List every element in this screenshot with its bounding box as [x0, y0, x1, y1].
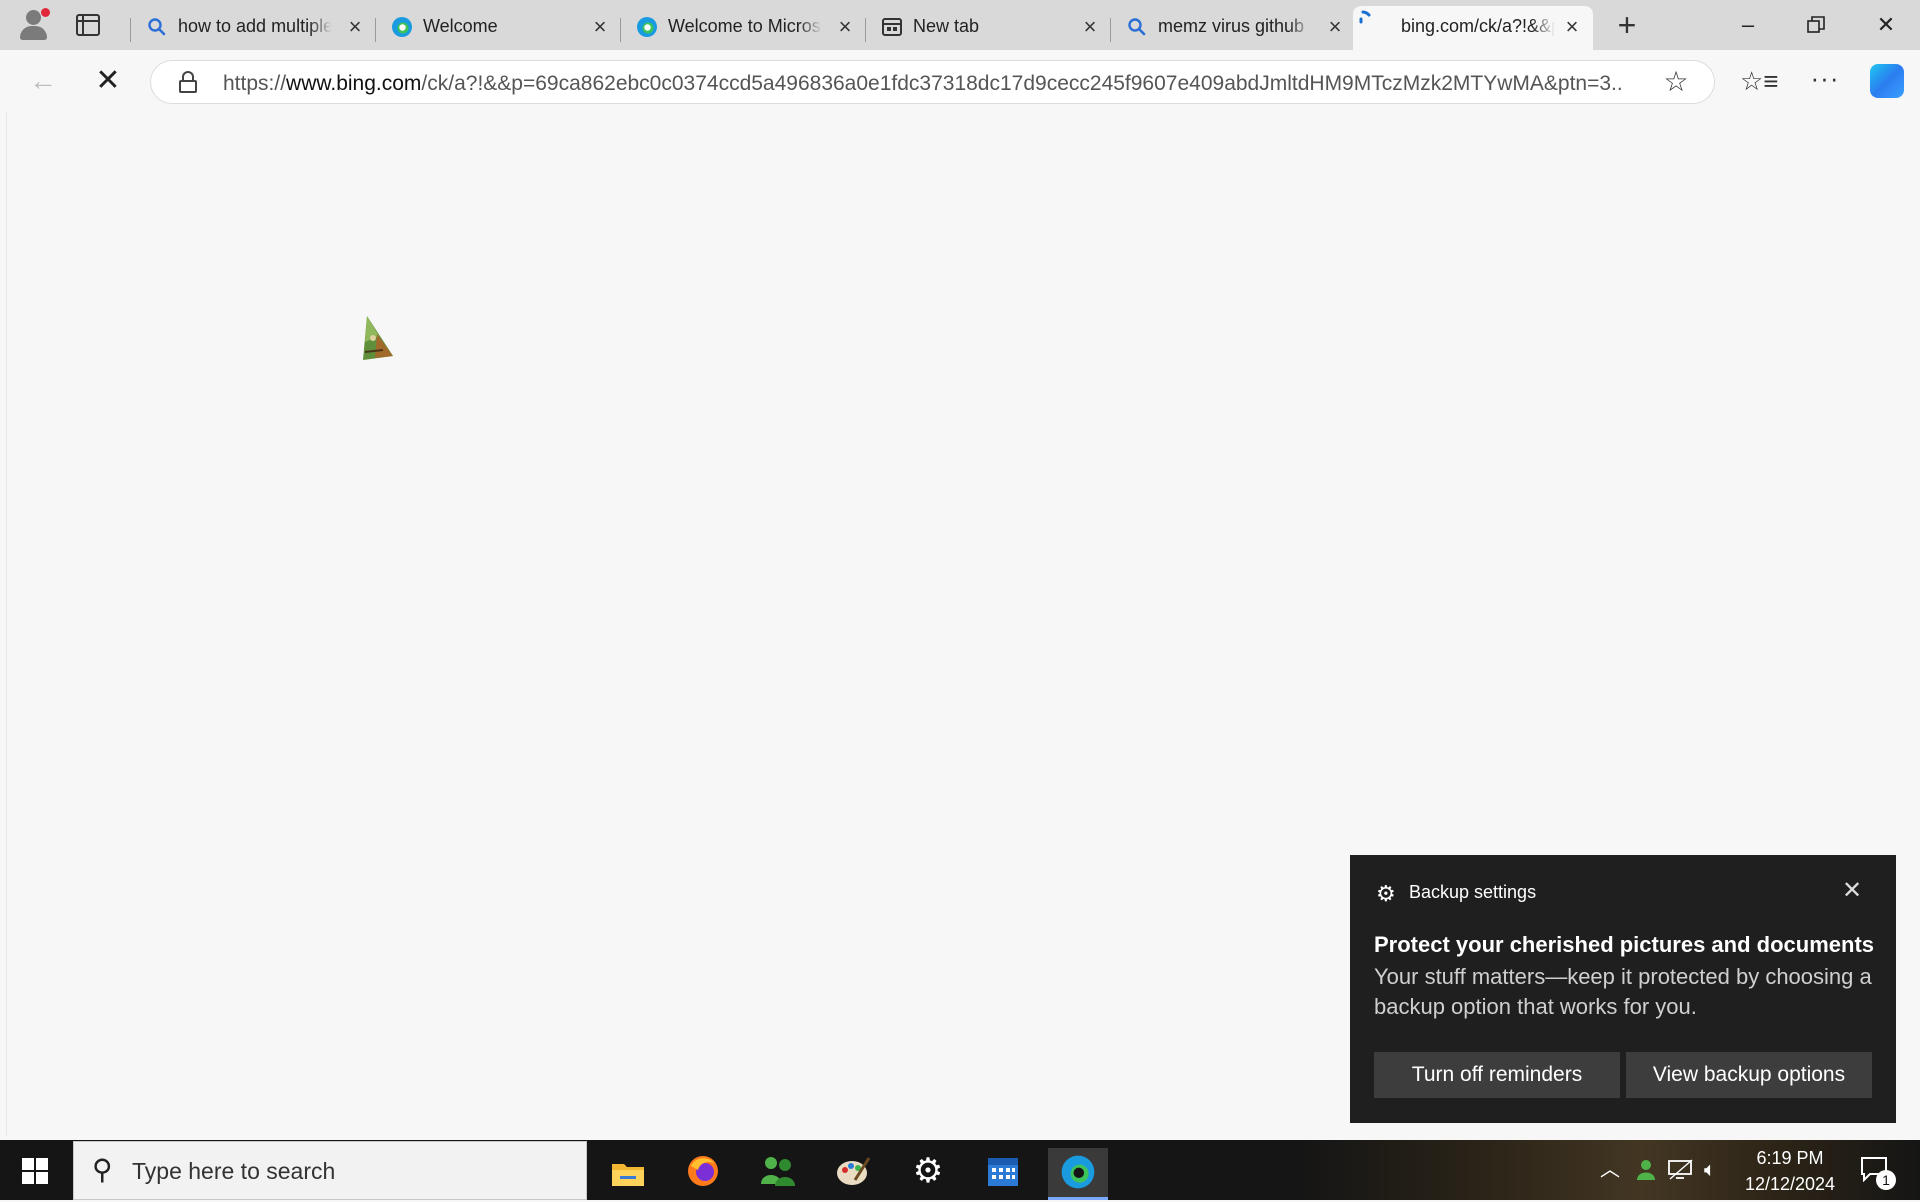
clock-time: 6:19 PM	[1756, 1148, 1824, 1168]
lock-icon[interactable]	[179, 71, 197, 93]
tab-title: New tab	[913, 16, 980, 36]
toast-heading: Protect your cherished pictures and docu…	[1374, 932, 1875, 957]
tab-close-icon[interactable]: ×	[834, 16, 856, 38]
url-path: /ck/a?!&&p=69ca862ebc0c0374ccd5a496836a0…	[421, 72, 1623, 95]
tab-welcome-to-microsoft[interactable]: Welcome to Microsoft ×	[620, 6, 864, 46]
taskbar-search-box[interactable]: ⚲ Type here to search	[73, 1141, 587, 1200]
tab-close-icon[interactable]: ×	[1079, 16, 1101, 38]
tab-title: Welcome to Microsoft	[668, 16, 822, 36]
taskbar-clock[interactable]: 6:19 PM 12/12/2024	[1730, 1145, 1850, 1197]
more-options-icon[interactable]: ···	[1808, 65, 1842, 96]
tab-title: memz virus github	[1158, 16, 1305, 36]
copilot-icon[interactable]	[1870, 64, 1904, 98]
tab-strip: how to add multiple × Welcome × Welcome …	[0, 0, 1920, 50]
tab-bing-active[interactable]: bing.com/ck/a?!&&p=69 ×	[1353, 6, 1593, 50]
tab-separator	[1110, 18, 1111, 42]
url-domain: www.bing.com	[286, 72, 422, 95]
tab-title: how to add multiple	[178, 16, 332, 36]
new-tab-plus-icon[interactable]: +	[1613, 9, 1641, 41]
tab-close-icon[interactable]: ×	[1561, 16, 1583, 38]
view-backup-options-button[interactable]: View backup options	[1626, 1052, 1872, 1098]
tab-separator	[375, 18, 376, 42]
search-placeholder: Type here to search	[132, 1158, 336, 1184]
close-window-icon[interactable]: ✕	[1866, 10, 1906, 40]
toast-body: Your stuff matters—keep it protected by …	[1374, 964, 1872, 1019]
favorite-star-icon[interactable]: ☆	[1661, 67, 1691, 97]
turn-off-reminders-button[interactable]: Turn off reminders	[1374, 1052, 1620, 1098]
notification-center-icon[interactable]: 1	[1860, 1156, 1896, 1190]
gear-icon: ⚙	[1376, 881, 1396, 906]
volume-icon[interactable]: 🔈︎	[1704, 1158, 1716, 1182]
firefox-icon[interactable]	[673, 1148, 733, 1200]
edge-icon	[637, 17, 657, 37]
tab-close-icon[interactable]: ×	[344, 16, 366, 38]
backup-notification: ⚙ Backup settings ✕ Protect your cherish…	[1350, 855, 1896, 1123]
edge-icon[interactable]	[1048, 1148, 1108, 1200]
search-icon	[1128, 18, 1146, 36]
profile-avatar-icon[interactable]	[16, 8, 52, 42]
search-icon: ⚲	[92, 1154, 113, 1185]
address-bar[interactable]: https://www.bing.com/ck/a?!&&p=69ca862eb…	[150, 60, 1715, 104]
tab-welcome[interactable]: Welcome ×	[375, 6, 619, 46]
cone-mascot-icon	[363, 316, 393, 360]
calendar-icon[interactable]	[973, 1148, 1033, 1200]
clock-date: 12/12/2024	[1744, 1174, 1836, 1194]
restore-icon[interactable]	[1796, 10, 1836, 40]
file-explorer-icon[interactable]	[598, 1148, 658, 1200]
toast-app-name: Backup settings	[1409, 882, 1537, 902]
tab-close-icon[interactable]: ×	[1324, 16, 1346, 38]
paint-icon[interactable]	[823, 1148, 883, 1200]
tab-separator	[620, 18, 621, 42]
tab-title: bing.com/ck/a?!&&p=69	[1401, 16, 1555, 36]
people-sync-icon[interactable]	[1634, 1158, 1658, 1188]
newtab-page-icon	[882, 18, 902, 36]
tab-close-icon[interactable]: ×	[589, 16, 611, 38]
show-hidden-icons-chevron-icon[interactable]: ︿	[1600, 1158, 1620, 1182]
notification-count-badge: 1	[1876, 1170, 1896, 1190]
tab-memz-virus-github[interactable]: memz virus github ×	[1110, 6, 1354, 46]
minimize-icon[interactable]: –	[1728, 10, 1768, 40]
close-icon[interactable]: ✕	[1842, 879, 1862, 903]
favorites-list-icon[interactable]: ☆≡	[1740, 66, 1778, 96]
taskbar: ⚲ Type here to search ⚙ ︿ 🔈︎ 6:19 PM 12/…	[0, 1140, 1920, 1200]
url-text[interactable]: https://www.bing.com/ck/a?!&&p=69ca862eb…	[223, 72, 1623, 96]
tab-separator	[130, 18, 131, 42]
windows-start-icon[interactable]	[22, 1158, 48, 1184]
tab-how-to-add-multiple[interactable]: how to add multiple ×	[130, 6, 374, 46]
edge-icon	[392, 17, 412, 37]
address-toolbar: ← ✕ https://www.bing.com/ck/a?!&&p=69ca8…	[0, 50, 1920, 112]
tab-title: Welcome	[423, 16, 498, 36]
stop-loading-icon[interactable]: ✕	[93, 66, 123, 96]
tab-separator	[865, 18, 866, 42]
network-icon[interactable]	[1668, 1158, 1694, 1186]
tab-new-tab[interactable]: New tab ×	[865, 6, 1109, 46]
back-arrow-icon[interactable]: ←	[28, 66, 58, 96]
settings-icon[interactable]: ⚙	[898, 1148, 958, 1200]
loading-icon	[1359, 10, 1371, 24]
people-icon[interactable]	[748, 1148, 808, 1200]
tab-actions-menu-icon[interactable]	[76, 14, 100, 36]
search-icon	[148, 18, 166, 36]
